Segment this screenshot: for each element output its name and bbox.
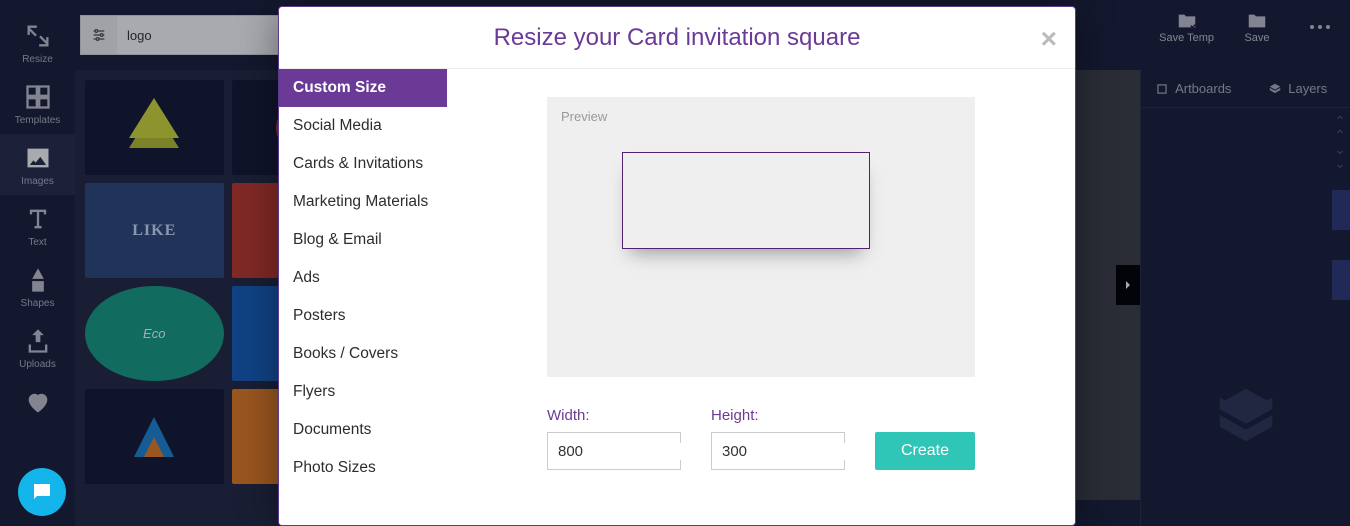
- size-category-item[interactable]: Custom Size: [279, 69, 447, 107]
- size-category-item[interactable]: Photo Sizes: [279, 449, 447, 487]
- modal-header: Resize your Card invitation square ×: [279, 7, 1075, 69]
- height-col: Height: ▲▼ px: [711, 407, 845, 470]
- dimension-row: Width: px Height: ▲▼ px Create: [547, 407, 975, 470]
- chat-icon: [30, 480, 54, 504]
- width-input-wrap: px: [547, 432, 681, 470]
- preview-rect: [622, 152, 870, 249]
- size-category-item[interactable]: Blog & Email: [279, 221, 447, 259]
- modal-close-button[interactable]: ×: [1041, 23, 1057, 55]
- chat-widget-button[interactable]: [18, 468, 66, 516]
- height-input-wrap: ▲▼ px: [711, 432, 845, 470]
- width-col: Width: px: [547, 407, 681, 470]
- modal-title: Resize your Card invitation square: [494, 24, 861, 52]
- width-label: Width:: [547, 407, 681, 424]
- modal-body: Custom SizeSocial MediaCards & Invitatio…: [279, 69, 1075, 525]
- height-label: Height:: [711, 407, 845, 424]
- preview-box: Preview: [547, 97, 975, 377]
- preview-label: Preview: [561, 109, 961, 124]
- size-category-item[interactable]: Documents: [279, 411, 447, 449]
- size-category-item[interactable]: Marketing Materials: [279, 183, 447, 221]
- size-category-item[interactable]: Posters: [279, 297, 447, 335]
- resize-modal: Resize your Card invitation square × Cus…: [278, 6, 1076, 526]
- size-category-item[interactable]: Social Media: [279, 107, 447, 145]
- size-category-list[interactable]: Custom SizeSocial MediaCards & Invitatio…: [279, 69, 447, 525]
- size-category-item[interactable]: Ads: [279, 259, 447, 297]
- size-category-item[interactable]: Books / Covers: [279, 335, 447, 373]
- create-button[interactable]: Create: [875, 432, 975, 470]
- size-category-item[interactable]: Cards & Invitations: [279, 145, 447, 183]
- size-category-item[interactable]: Flyers: [279, 373, 447, 411]
- resize-pane: Preview Width: px Height: ▲▼ px: [447, 69, 1075, 525]
